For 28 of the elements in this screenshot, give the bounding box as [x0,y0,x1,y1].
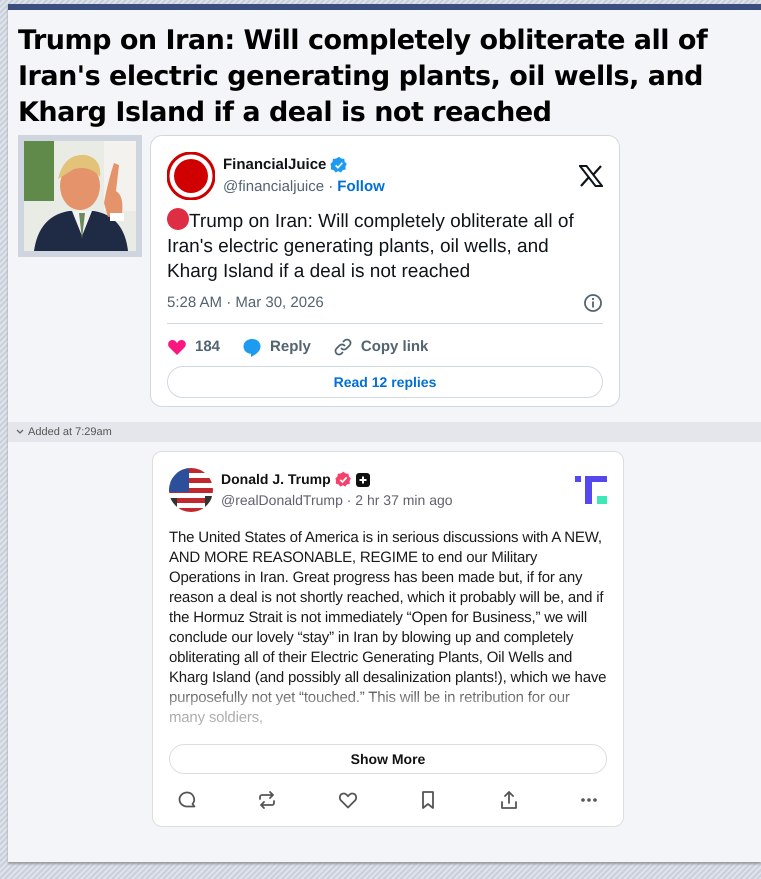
logo-icon [575,476,607,504]
timestamp: 5:28 AM · Mar 30, 2026 [167,293,324,313]
chevron-icon[interactable] [16,429,24,435]
like-count[interactable]: 184 [195,336,220,358]
action-link[interactable]: Reply [270,336,311,358]
x-logo-icon [579,165,603,187]
action-link[interactable]: Copy link [360,336,428,358]
tweet-card: FinancialJuice @financialjuice · Follow Trump on Iran: Will completely obliterate all of Iran's electric generating plants, oil wells, and Kharg Island if a deal is not reached 5:28 AM · Mar 30, 2026 184 Reply Copy link Read 12 replies [150,135,620,407]
link-icon [332,336,353,357]
show-more-button[interactable]: Show More [169,744,607,774]
read-replies-button[interactable]: Read 12 replies [167,366,603,398]
speech-bubble-icon [242,336,262,357]
heart-icon[interactable] [338,790,358,810]
post-text: The United States of America is in serious discussions with A NEW, AND MORE REASONABLE, REGIME to end our Military Operations in Iran. Great progress has been made but, if for any reason a deal is not shortly reached, which it probably will be, and if the Hormuz Strait is not immediately “Open for Business,” we will conclude our lovely “stay” in Iran by blowing up and completely obliterating all of their Electric Generating Plants, Oil Wells and Kharg Island (and possibly all desalinization plants!), which we have purposefully not yet “touched.” This will be in retribution for our many soldiers, [169,528,607,728]
account-name: FinancialJuice [223,154,326,174]
account-name: Donald J. Trump [221,470,331,489]
follow-link[interactable]: Follow [337,176,385,198]
account-handle: @financialjuice · [223,177,334,197]
comment-icon[interactable] [177,790,197,810]
avatar-icon [167,152,215,200]
post-meta: @realDonaldTrump · 2 hr 37 min ago [221,491,454,510]
added-time-label: Added at 7:29am [28,424,112,440]
circle-emoji-icon [167,208,189,230]
info-icon [583,293,603,314]
plus-icon [356,472,370,486]
share-icon[interactable] [498,790,519,810]
headline: Trump on Iran: Will completely obliterate all of Iran's electric generating plants, oil wells, and Kharg Island if a deal is not reached [17,24,709,130]
repost-icon[interactable] [257,790,278,810]
